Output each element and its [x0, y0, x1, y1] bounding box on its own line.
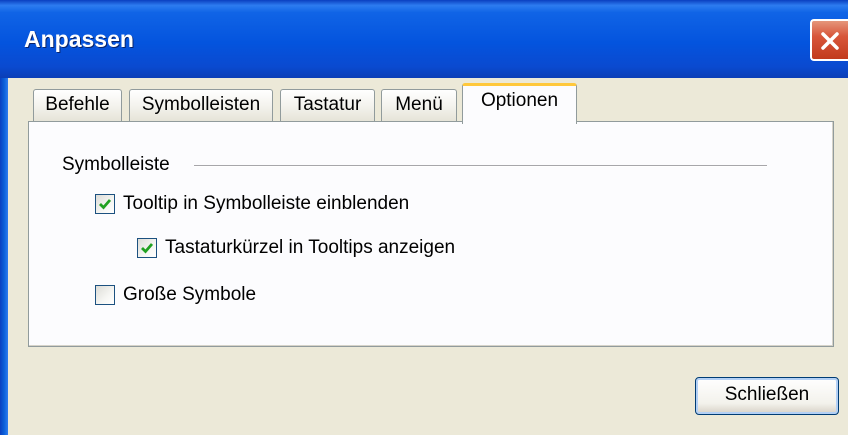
tab-befehle[interactable]: Befehle	[33, 89, 122, 121]
large-icons-checkbox[interactable]	[95, 285, 115, 305]
close-window-button[interactable]	[810, 19, 848, 61]
close-icon	[821, 32, 839, 50]
close-button[interactable]: Schließen	[695, 377, 839, 415]
shortcuts-checkbox-label: Tastaturkürzel in Tooltips anzeigen	[165, 237, 456, 258]
title-bar[interactable]: Anpassen	[0, 0, 848, 78]
window-title: Anpassen	[24, 26, 134, 52]
check-icon	[99, 199, 112, 210]
customize-dialog: Anpassen Befehle Symbolleisten Tastatur …	[0, 0, 848, 435]
checkbox-row-shortcuts[interactable]: Tastaturkürzel in Tooltips anzeigen	[137, 236, 455, 260]
tab-menu[interactable]: Menü	[381, 89, 457, 121]
group-label-symbolleiste: Symbolleiste	[62, 154, 170, 175]
group-divider	[194, 165, 767, 167]
window-frame	[0, 78, 8, 435]
shortcuts-checkbox[interactable]	[137, 238, 157, 258]
tab-tastatur[interactable]: Tastatur	[280, 89, 375, 121]
checkbox-row-tooltip[interactable]: Tooltip in Symbolleiste einblenden	[95, 192, 409, 216]
tab-optionen[interactable]: Optionen	[462, 83, 577, 124]
tooltip-checkbox-label: Tooltip in Symbolleiste einblenden	[123, 193, 410, 214]
large-icons-checkbox-label: Große Symbole	[123, 284, 257, 305]
checkbox-row-large-icons[interactable]: Große Symbole	[95, 283, 256, 307]
tab-symbolleisten[interactable]: Symbolleisten	[129, 89, 273, 121]
tooltip-checkbox[interactable]	[95, 194, 115, 214]
options-panel: Symbolleiste Tooltip in Symbolleiste ein…	[28, 121, 834, 347]
check-icon	[141, 243, 154, 254]
